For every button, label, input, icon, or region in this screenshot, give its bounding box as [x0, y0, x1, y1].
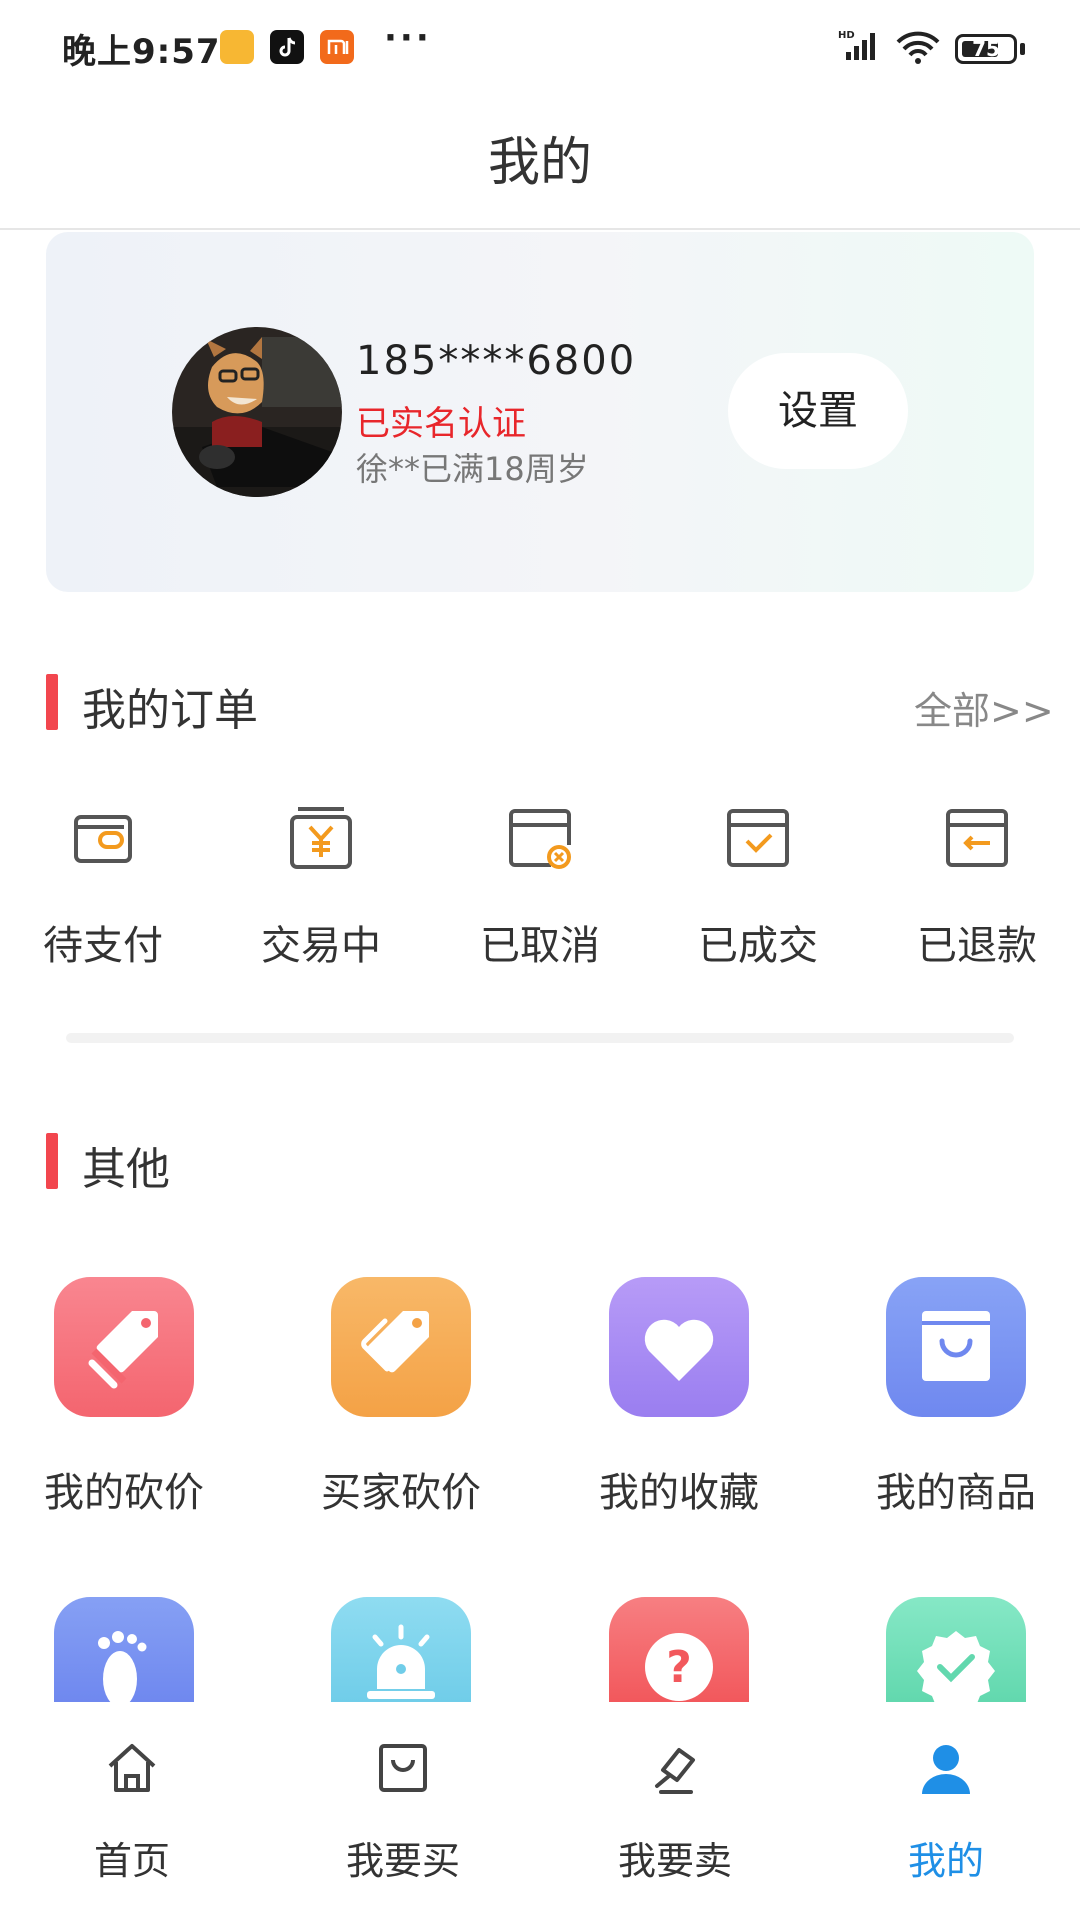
box-check-icon: [727, 809, 789, 867]
help-tile[interactable]: ?: [609, 1597, 749, 1702]
avatar[interactable]: [172, 327, 342, 497]
battery-icon: 75: [955, 34, 1017, 64]
footprint-tile[interactable]: [54, 1597, 194, 1702]
my-bargain-tile[interactable]: [54, 1277, 194, 1417]
home-icon: [108, 1744, 156, 1792]
tags-icon: [361, 1311, 429, 1373]
battery-tip: [1020, 43, 1025, 55]
tag-slash-icon: [88, 1311, 158, 1389]
order-refunded[interactable]: 已退款: [902, 805, 1052, 969]
gavel-icon: [655, 1748, 695, 1794]
all-orders-link[interactable]: 全部>>: [914, 680, 1054, 735]
phone-number: 185****6800: [356, 338, 637, 384]
alarm-light-icon: [367, 1624, 435, 1699]
my-favorites-tile[interactable]: [609, 1277, 749, 1417]
order-completed[interactable]: 已成交: [683, 805, 833, 969]
box-cancel-icon: [509, 809, 571, 869]
tile-label: 我的收藏: [599, 1470, 759, 1516]
box-refund-icon: [946, 809, 1008, 867]
order-label: 已退款: [917, 923, 1037, 969]
question-icon: ?: [645, 1633, 713, 1701]
verified-badge-icon: [917, 1631, 995, 1702]
header-divider: [0, 228, 1080, 230]
yen-box-icon: [290, 807, 352, 869]
nav-label: 我要卖: [617, 1839, 732, 1883]
tile-label: 我的商品: [876, 1470, 1036, 1516]
section-accent-bar: [46, 1133, 58, 1189]
order-label: 交易中: [261, 923, 381, 969]
mi-app-icon: [320, 30, 354, 64]
order-label: 已取消: [480, 923, 600, 969]
order-label: 待支付: [43, 923, 163, 969]
order-pending-payment[interactable]: 待支付: [28, 805, 178, 969]
order-in-progress[interactable]: 交易中: [246, 805, 396, 969]
shopping-bag-icon: [922, 1311, 990, 1381]
nav-buy[interactable]: 我要买: [303, 1740, 503, 1883]
verified-tile[interactable]: [886, 1597, 1026, 1702]
nav-home[interactable]: 首页: [32, 1740, 232, 1883]
section-accent-bar: [46, 674, 58, 730]
nav-label: 我要买: [345, 1839, 460, 1883]
nav-label: 我的: [907, 1839, 984, 1883]
nav-mine[interactable]: 我的: [846, 1740, 1046, 1883]
order-cancelled[interactable]: 已取消: [465, 805, 615, 969]
wifi-icon: [896, 31, 940, 64]
nav-label: 首页: [93, 1839, 170, 1883]
bag-icon: [379, 1744, 427, 1792]
svg-text:HD: HD: [838, 30, 855, 41]
tile-label: 买家砍价: [321, 1470, 481, 1516]
footprint-icon: [98, 1631, 147, 1702]
alert-tile[interactable]: [331, 1597, 471, 1702]
tile-label: 我的砍价: [44, 1470, 204, 1516]
signal-icon: HD: [838, 30, 875, 60]
settings-button[interactable]: 设置: [728, 353, 908, 469]
heart-icon: [644, 1319, 714, 1381]
user-icon: [922, 1745, 970, 1794]
nav-sell[interactable]: 我要卖: [575, 1740, 775, 1883]
order-label: 已成交: [698, 923, 818, 969]
orders-divider: [66, 1033, 1014, 1043]
verified-status: 已实名认证: [356, 404, 526, 444]
orders-title: 我的订单: [82, 685, 258, 736]
age-info: 徐**已满18周岁: [356, 450, 589, 488]
notes-app-icon: [220, 30, 254, 64]
tiktok-app-icon: [270, 30, 304, 64]
svg-text:?: ?: [666, 1642, 692, 1693]
page-title: 我的: [487, 133, 592, 193]
status-bar: 晚上9:57 ··· HD 75: [0, 0, 1080, 96]
wallet-icon: [74, 815, 132, 863]
status-time: 晚上9:57: [62, 32, 221, 72]
others-title: 其他: [82, 1144, 170, 1195]
more-dots: ···: [384, 18, 432, 58]
my-products-tile[interactable]: [886, 1277, 1026, 1417]
buyer-bargain-tile[interactable]: [331, 1277, 471, 1417]
battery-text: 75: [972, 37, 1000, 61]
